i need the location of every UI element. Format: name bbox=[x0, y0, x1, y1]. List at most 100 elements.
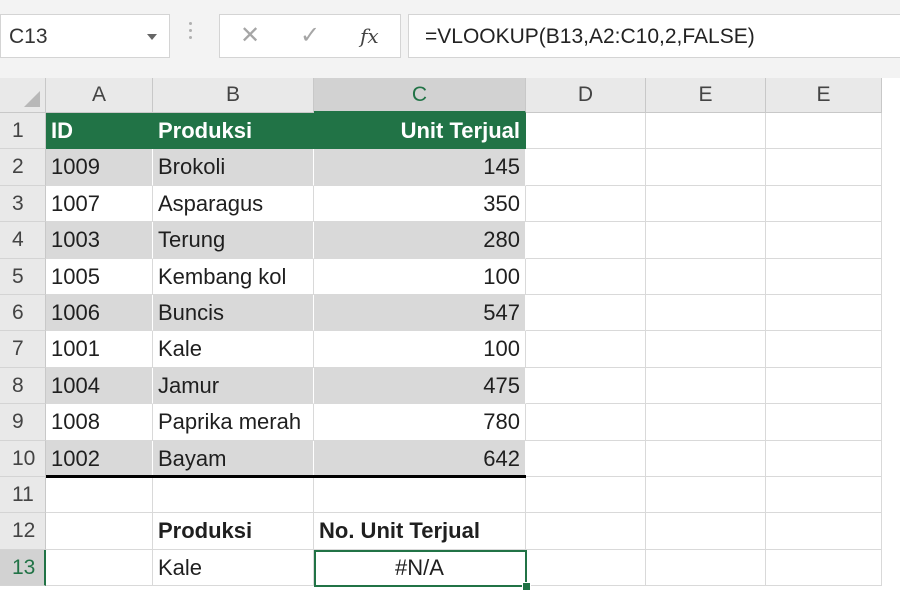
cell-b11[interactable] bbox=[153, 477, 314, 514]
cell-d2[interactable] bbox=[526, 149, 646, 186]
cell-e7[interactable] bbox=[766, 331, 882, 368]
cell-e13[interactable] bbox=[646, 549, 766, 587]
cell-d4[interactable] bbox=[526, 222, 646, 259]
row-header-6[interactable]: 6 bbox=[0, 295, 46, 332]
cell-a8[interactable]: 1004 bbox=[46, 367, 153, 405]
table-header-produksi[interactable]: Produksi bbox=[153, 113, 314, 150]
row-header-5[interactable]: 5 bbox=[0, 258, 46, 295]
formula-input[interactable]: =VLOOKUP(B13,A2:C10,2,FALSE) bbox=[408, 14, 900, 58]
cell-e4[interactable] bbox=[646, 222, 766, 259]
cell-e8[interactable] bbox=[766, 367, 882, 405]
cell-e3[interactable] bbox=[646, 185, 766, 223]
cell-e11[interactable] bbox=[766, 477, 882, 514]
cell-b4[interactable]: Terung bbox=[153, 222, 314, 259]
cell-a5[interactable]: 1005 bbox=[46, 258, 153, 295]
row-header-3[interactable]: 3 bbox=[0, 185, 46, 223]
cell-c3[interactable]: 350 bbox=[314, 185, 526, 223]
cell-a11[interactable] bbox=[46, 477, 153, 514]
cell-c2[interactable]: 145 bbox=[314, 149, 526, 186]
row-header-10[interactable]: 10 bbox=[0, 440, 46, 477]
cell-c11[interactable] bbox=[314, 477, 526, 514]
chevron-down-icon[interactable] bbox=[147, 34, 157, 40]
cell-c9[interactable]: 780 bbox=[314, 404, 526, 441]
lookup-label-units[interactable]: No. Unit Terjual bbox=[314, 513, 526, 550]
cell-e2[interactable] bbox=[766, 149, 882, 186]
select-all-button[interactable] bbox=[0, 78, 46, 113]
column-header-b[interactable]: B bbox=[153, 78, 314, 113]
row-header-11[interactable]: 11 bbox=[0, 477, 46, 514]
cell-e6[interactable] bbox=[766, 295, 882, 332]
cell-b5[interactable]: Kembang kol bbox=[153, 258, 314, 295]
cell-b9[interactable]: Paprika merah bbox=[153, 404, 314, 441]
cell-b10[interactable]: Bayam bbox=[153, 440, 314, 477]
cell-c8[interactable]: 475 bbox=[314, 367, 526, 405]
cell-e1[interactable] bbox=[766, 113, 882, 150]
cell-a12[interactable] bbox=[46, 513, 153, 550]
cell-b6[interactable]: Buncis bbox=[153, 295, 314, 332]
fill-handle[interactable] bbox=[522, 582, 531, 592]
cell-a13[interactable] bbox=[46, 549, 153, 587]
cell-e8[interactable] bbox=[646, 367, 766, 405]
cell-d7[interactable] bbox=[526, 331, 646, 368]
cell-d6[interactable] bbox=[526, 295, 646, 332]
drag-handle-icon[interactable] bbox=[189, 22, 192, 43]
row-header-8[interactable]: 8 bbox=[0, 367, 46, 405]
cell-e12[interactable] bbox=[766, 513, 882, 550]
column-header-e-2[interactable]: E bbox=[766, 78, 882, 113]
cell-d3[interactable] bbox=[526, 185, 646, 223]
cell-c10[interactable]: 642 bbox=[314, 440, 526, 477]
cell-e10[interactable] bbox=[766, 440, 882, 477]
lookup-value-produksi[interactable]: Kale bbox=[153, 549, 314, 587]
cell-c5[interactable]: 100 bbox=[314, 258, 526, 295]
column-header-e[interactable]: E bbox=[646, 78, 766, 113]
cell-e1[interactable] bbox=[646, 113, 766, 150]
cell-a4[interactable]: 1003 bbox=[46, 222, 153, 259]
cell-e4[interactable] bbox=[766, 222, 882, 259]
cell-c7[interactable]: 100 bbox=[314, 331, 526, 368]
cell-e5[interactable] bbox=[766, 258, 882, 295]
row-header-13[interactable]: 13 bbox=[0, 549, 46, 587]
cell-b2[interactable]: Brokoli bbox=[153, 149, 314, 186]
cell-d1[interactable] bbox=[526, 113, 646, 150]
row-header-4[interactable]: 4 bbox=[0, 222, 46, 259]
cell-d8[interactable] bbox=[526, 367, 646, 405]
enter-icon[interactable]: ✓ bbox=[300, 23, 320, 49]
row-header-7[interactable]: 7 bbox=[0, 331, 46, 368]
cell-a6[interactable]: 1006 bbox=[46, 295, 153, 332]
column-header-a[interactable]: A bbox=[46, 78, 153, 113]
cell-a10[interactable]: 1002 bbox=[46, 440, 153, 477]
cell-d10[interactable] bbox=[526, 440, 646, 477]
cell-d5[interactable] bbox=[526, 258, 646, 295]
cell-d12[interactable] bbox=[526, 513, 646, 550]
table-header-unit-terjual[interactable]: Unit Terjual bbox=[314, 113, 526, 150]
cell-b7[interactable]: Kale bbox=[153, 331, 314, 368]
cell-e2[interactable] bbox=[646, 149, 766, 186]
cell-d11[interactable] bbox=[526, 477, 646, 514]
cell-e3[interactable] bbox=[766, 185, 882, 223]
cell-e11[interactable] bbox=[646, 477, 766, 514]
cell-a3[interactable]: 1007 bbox=[46, 185, 153, 223]
cell-b8[interactable]: Jamur bbox=[153, 367, 314, 405]
lookup-label-produksi[interactable]: Produksi bbox=[153, 513, 314, 550]
cell-e9[interactable] bbox=[646, 404, 766, 441]
insert-function-icon[interactable]: fx bbox=[360, 24, 379, 48]
column-header-c[interactable]: C bbox=[314, 78, 526, 113]
table-header-id[interactable]: ID bbox=[46, 113, 153, 150]
row-header-12[interactable]: 12 bbox=[0, 513, 46, 550]
cell-c6[interactable]: 547 bbox=[314, 295, 526, 332]
row-header-2[interactable]: 2 bbox=[0, 149, 46, 186]
cancel-icon[interactable]: ✕ bbox=[240, 23, 260, 49]
cell-a7[interactable]: 1001 bbox=[46, 331, 153, 368]
cell-a2[interactable]: 1009 bbox=[46, 149, 153, 186]
cell-c4[interactable]: 280 bbox=[314, 222, 526, 259]
cell-e13[interactable] bbox=[766, 549, 882, 587]
cell-d9[interactable] bbox=[526, 404, 646, 441]
row-header-9[interactable]: 9 bbox=[0, 404, 46, 441]
cell-e6[interactable] bbox=[646, 295, 766, 332]
name-box[interactable]: C13 bbox=[0, 14, 170, 58]
cell-e10[interactable] bbox=[646, 440, 766, 477]
active-cell-selection[interactable] bbox=[314, 549, 527, 588]
cell-e7[interactable] bbox=[646, 331, 766, 368]
column-header-d[interactable]: D bbox=[526, 78, 646, 113]
cell-e5[interactable] bbox=[646, 258, 766, 295]
